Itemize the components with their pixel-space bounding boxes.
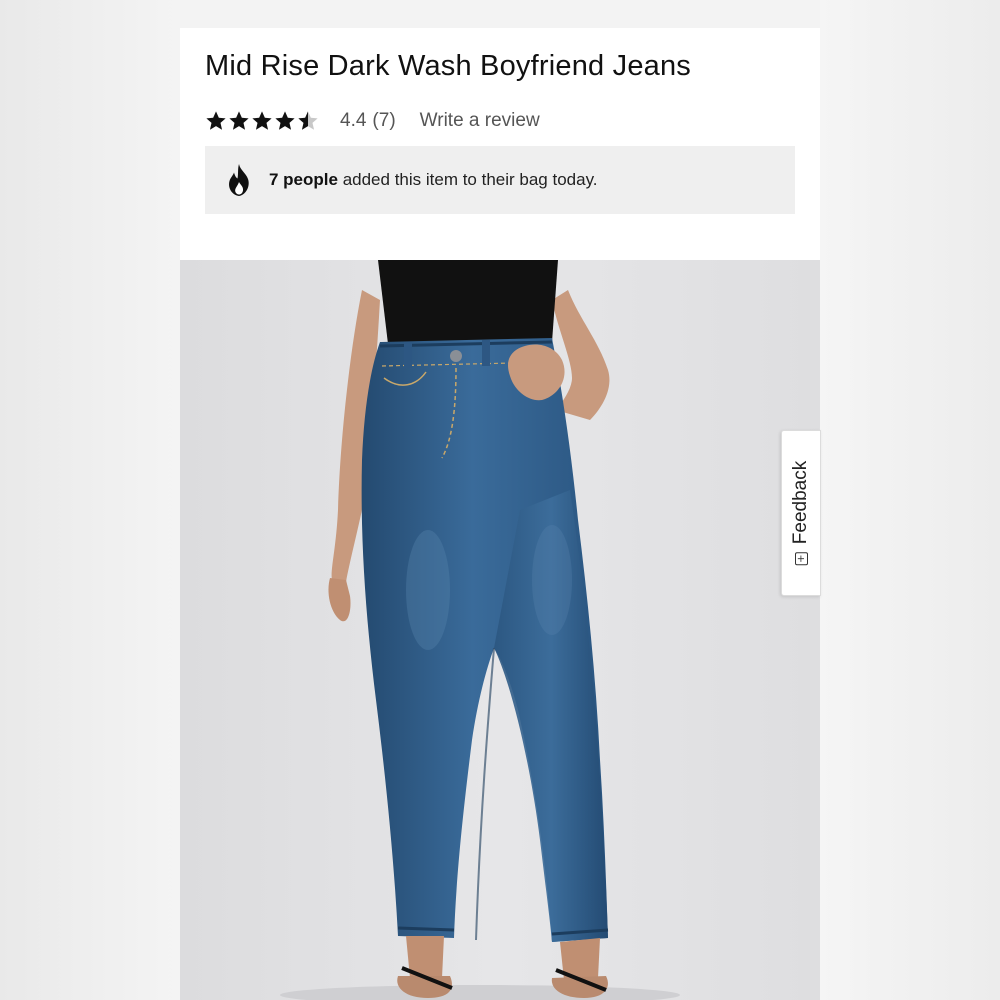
star-icon <box>229 111 249 130</box>
social-proof-banner: 7 people added this item to their bag to… <box>205 146 795 214</box>
feedback-tab-content: + Feedback <box>790 460 812 566</box>
feedback-label: Feedback <box>790 460 811 545</box>
rating-row: 4.4 (7) Write a review <box>205 106 540 136</box>
rating-score: 4.4 <box>340 110 367 131</box>
side-margin-left <box>0 0 180 1000</box>
social-proof-count: 7 people <box>269 170 338 189</box>
feedback-tab[interactable]: + Feedback <box>781 430 821 596</box>
review-count[interactable]: (7) <box>372 110 395 132</box>
social-proof-text: 7 people added this item to their bag to… <box>269 170 598 190</box>
product-photo-jeans <box>180 260 820 1000</box>
social-proof-message: added this item to their bag today. <box>337 170 598 189</box>
side-margin-right <box>820 0 1000 1000</box>
star-half-icon <box>298 111 318 130</box>
plus-box-icon: + <box>794 552 808 566</box>
star-icon <box>275 111 295 130</box>
star-icon <box>252 111 272 130</box>
product-panel: Mid Rise Dark Wash Boyfriend Jeans 4.4 (… <box>180 28 820 1000</box>
star-rating[interactable] <box>205 110 320 132</box>
write-review-link[interactable]: Write a review <box>420 110 540 132</box>
product-image[interactable] <box>180 260 820 1000</box>
star-icon <box>206 111 226 130</box>
product-title: Mid Rise Dark Wash Boyfriend Jeans <box>205 50 692 82</box>
flame-icon <box>229 164 249 196</box>
